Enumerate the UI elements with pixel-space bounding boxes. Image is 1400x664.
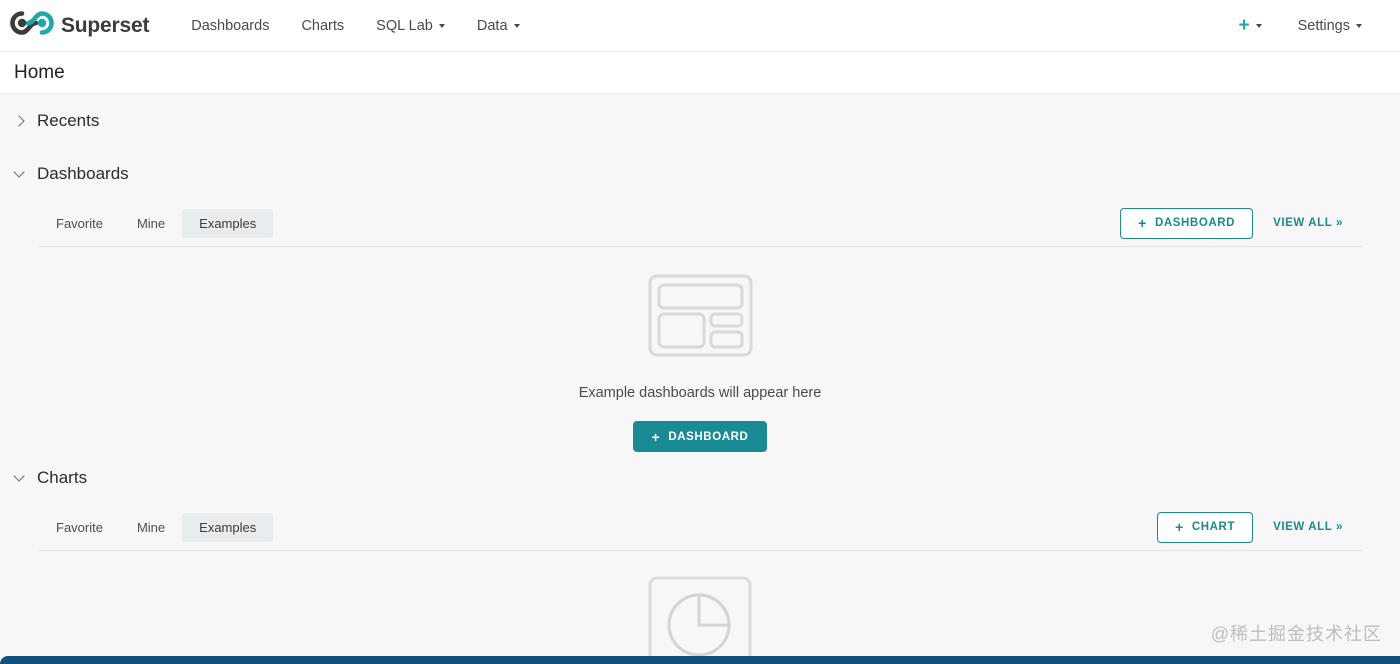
- nav-item-data[interactable]: Data: [461, 0, 536, 51]
- empty-add-dashboard-button[interactable]: + DASHBOARD: [632, 421, 768, 452]
- dashboards-actions: + DASHBOARD VIEW ALL »: [1120, 207, 1363, 239]
- nav-label: Charts: [301, 17, 345, 34]
- nav-label: Data: [476, 17, 508, 34]
- section-header-dashboards[interactable]: Dashboards: [0, 148, 1400, 200]
- tab-dashboards-examples[interactable]: Examples: [182, 208, 274, 238]
- plus-icon: +: [1138, 215, 1147, 231]
- nav-label: Settings: [1297, 17, 1350, 34]
- charts-tabs: Favorite Mine Examples: [39, 512, 274, 542]
- dashboards-empty-text: Example dashboards will appear here: [578, 385, 822, 401]
- section-title-charts: Charts: [37, 468, 88, 487]
- page-title: Home: [14, 61, 65, 83]
- tab-dashboards-mine[interactable]: Mine: [120, 209, 182, 238]
- nav-item-sql-lab[interactable]: SQL Lab: [360, 0, 461, 51]
- add-dashboard-label: DASHBOARD: [1154, 217, 1236, 229]
- nav-item-dashboards[interactable]: Dashboards: [175, 0, 285, 51]
- add-chart-button[interactable]: + CHART: [1157, 511, 1254, 543]
- section-title-dashboards: Dashboards: [37, 164, 129, 183]
- tab-charts-examples[interactable]: Examples: [182, 512, 274, 542]
- nav-item-settings[interactable]: Settings: [1282, 18, 1378, 34]
- empty-add-dashboard-label: DASHBOARD: [668, 430, 749, 443]
- add-chart-label: CHART: [1191, 521, 1236, 533]
- superset-brand-link[interactable]: Superset: [10, 11, 149, 40]
- dashboards-empty-state: Example dashboards will appear here + DA…: [0, 247, 1400, 452]
- dashboards-tabs: Favorite Mine Examples: [39, 208, 274, 238]
- brand-name: Superset: [61, 13, 150, 37]
- dashboard-layout-icon: [633, 268, 768, 368]
- tab-charts-favorite[interactable]: Favorite: [39, 513, 120, 542]
- chevron-right-icon: [14, 115, 26, 127]
- charts-empty-state: [0, 551, 1400, 664]
- new-item-menu[interactable]: +: [1226, 16, 1273, 35]
- tab-charts-mine[interactable]: Mine: [120, 513, 182, 542]
- top-navbar: Superset Dashboards Charts SQL Lab Data …: [0, 0, 1400, 52]
- chevron-down-icon: [513, 23, 520, 28]
- bottom-accent-bar: [0, 656, 1400, 664]
- section-title-recents: Recents: [37, 111, 100, 130]
- chevron-down-icon: [1356, 23, 1362, 28]
- chevron-down-icon: [438, 23, 445, 28]
- charts-actions: + CHART VIEW ALL »: [1157, 511, 1363, 543]
- chevron-down-icon: [14, 168, 26, 180]
- plus-icon: +: [1175, 519, 1184, 535]
- primary-nav: Dashboards Charts SQL Lab Data: [175, 0, 535, 51]
- section-header-charts[interactable]: Charts: [0, 452, 1400, 504]
- superset-infinity-logo-icon: [10, 11, 54, 40]
- add-dashboard-button[interactable]: + DASHBOARD: [1120, 207, 1254, 239]
- nav-label: SQL Lab: [376, 17, 433, 34]
- plus-icon: +: [1238, 15, 1250, 36]
- navbar-right-actions: + Settings: [1226, 16, 1378, 35]
- view-all-charts-link[interactable]: VIEW ALL »: [1253, 521, 1363, 533]
- pie-chart-icon: [644, 573, 756, 664]
- chevron-down-icon: [1255, 23, 1262, 28]
- page-header: Home: [0, 52, 1400, 94]
- nav-label: Dashboards: [191, 17, 270, 34]
- tab-dashboards-favorite[interactable]: Favorite: [39, 209, 120, 238]
- nav-item-charts[interactable]: Charts: [285, 0, 360, 51]
- chevron-down-icon: [14, 472, 26, 484]
- plus-icon: +: [651, 428, 661, 445]
- section-header-recents[interactable]: Recents: [0, 94, 1400, 148]
- charts-subnav: Favorite Mine Examples + CHART VIEW ALL …: [0, 504, 1400, 550]
- dashboards-subnav: Favorite Mine Examples + DASHBOARD VIEW …: [0, 200, 1400, 246]
- view-all-dashboards-link[interactable]: VIEW ALL »: [1253, 217, 1363, 229]
